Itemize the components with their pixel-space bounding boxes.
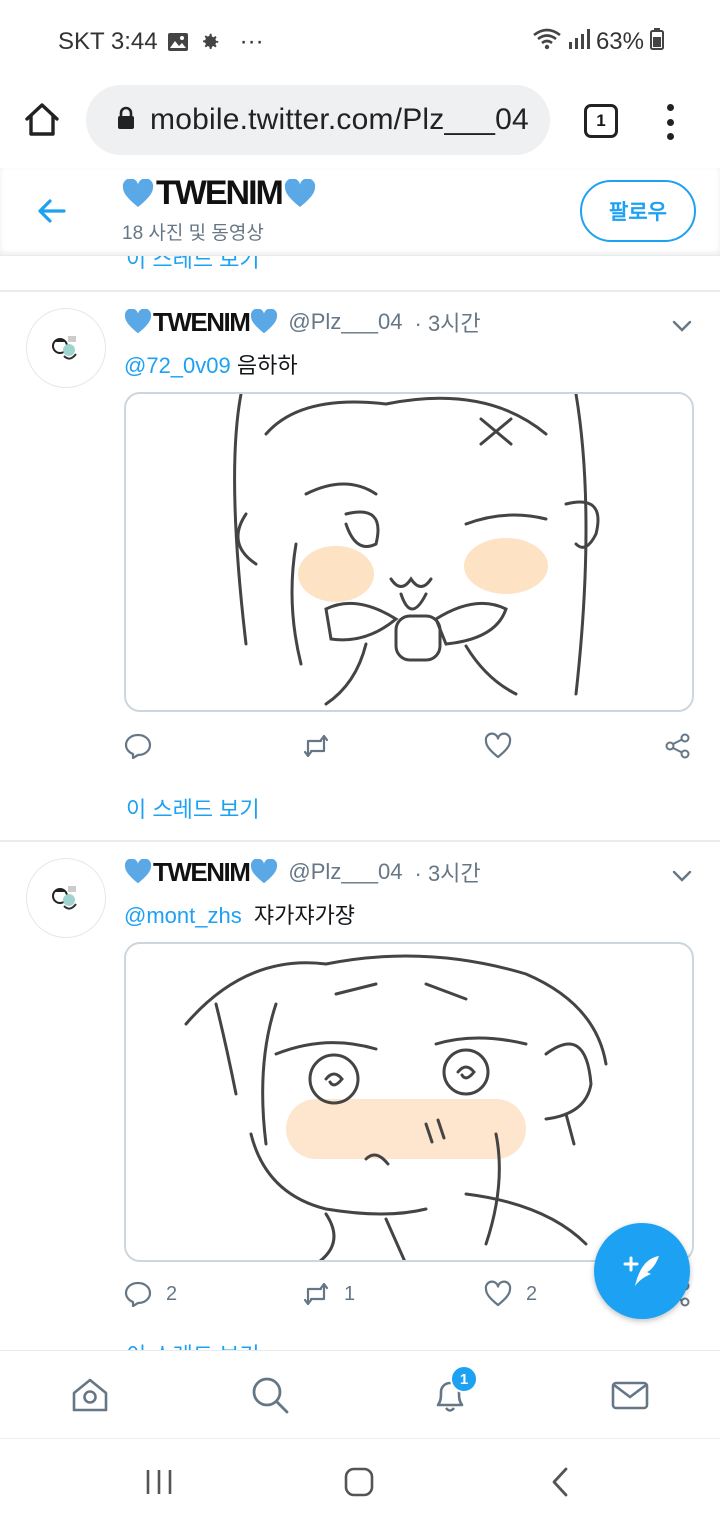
search-icon[interactable] xyxy=(250,1375,290,1415)
signal-icon xyxy=(568,28,590,57)
blue-heart-icon xyxy=(251,859,278,884)
chevron-down-icon[interactable] xyxy=(670,864,694,888)
reply-count: 2 xyxy=(166,1282,178,1305)
blue-heart-icon xyxy=(284,178,315,207)
tweet[interactable]: TWENIM @Plz___04 · 3시간 @72_0v09 음하하 이 스레… xyxy=(0,292,720,840)
tweet-text: @72_0v09 음하하 xyxy=(124,348,298,380)
view-thread-link[interactable]: 이 스레드 보기 xyxy=(126,1338,260,1350)
avatar[interactable] xyxy=(26,858,106,938)
tweet-actions xyxy=(124,732,700,772)
tweet-feed: 이 스레드 보기 TWENIM @Plz___04 · 3시간 @72_0v09… xyxy=(0,256,720,1350)
tweet-author-name: TWENIM xyxy=(153,306,251,337)
tweet-body: 음하하 xyxy=(236,353,298,378)
tweet-author[interactable]: TWENIM xyxy=(124,307,278,338)
blue-heart-icon xyxy=(251,309,278,334)
tweet-header: TWENIM @Plz___04 · 3시간 xyxy=(124,306,481,338)
battery-icon xyxy=(650,27,664,57)
carrier-time: SKT 3:44 xyxy=(58,28,158,55)
settings-icon xyxy=(198,30,222,54)
tweet-image[interactable] xyxy=(124,392,694,712)
mention-link[interactable]: @mont_zhs xyxy=(124,903,242,928)
like-icon xyxy=(484,732,512,759)
retweet-icon xyxy=(303,1282,329,1306)
blue-heart-icon xyxy=(124,309,152,334)
home-button-icon[interactable] xyxy=(342,1465,376,1499)
bottom-navigation: 1 xyxy=(0,1350,720,1438)
tab-count: 1 xyxy=(596,111,606,130)
back-arrow-icon[interactable] xyxy=(34,194,68,228)
tweet-image[interactable] xyxy=(124,942,694,1262)
reply-icon xyxy=(124,733,152,760)
compose-icon xyxy=(623,1256,659,1286)
tweet-author[interactable]: TWENIM xyxy=(124,857,278,888)
mail-icon[interactable] xyxy=(610,1375,650,1415)
home-tab-icon[interactable] xyxy=(70,1375,110,1415)
tweet-handle: @Plz___04 xyxy=(288,859,403,884)
home-icon[interactable] xyxy=(22,100,62,140)
reply-button[interactable]: 2 xyxy=(124,1280,177,1308)
battery-percent: 63% xyxy=(595,28,644,55)
profile-title: TWENIM xyxy=(122,174,316,213)
overflow-menu-icon[interactable] xyxy=(660,102,680,142)
like-button[interactable] xyxy=(484,732,526,760)
url-text: mobile.twitter.com/Plz___04 xyxy=(150,103,529,136)
system-navigation xyxy=(0,1438,720,1520)
like-icon xyxy=(484,1280,512,1307)
share-icon xyxy=(665,733,690,759)
retweet-count: 1 xyxy=(344,1282,356,1305)
lock-icon xyxy=(116,106,136,135)
tweet-handle: @Plz___04 xyxy=(288,309,403,334)
image-icon xyxy=(166,30,190,54)
url-bar[interactable]: mobile.twitter.com/Plz___04 xyxy=(86,85,550,155)
tweet-time: · 3시간 xyxy=(414,861,481,886)
recents-icon[interactable] xyxy=(142,1465,176,1499)
wifi-icon xyxy=(532,27,562,58)
profile-header: TWENIM 18 사진 및 동영상 팔로우 xyxy=(0,168,720,256)
tweet-text: @mont_zhs 쟈가쟈가쟝 xyxy=(124,898,355,930)
follow-button[interactable]: 팔로우 xyxy=(580,180,696,242)
back-icon[interactable] xyxy=(544,1465,578,1499)
compose-tweet-button[interactable] xyxy=(594,1223,690,1319)
reply-icon xyxy=(124,1281,152,1308)
share-button[interactable] xyxy=(664,732,692,760)
blue-heart-icon xyxy=(124,859,152,884)
more-notifications: ··· xyxy=(239,28,264,55)
like-count: 2 xyxy=(526,1282,538,1305)
chevron-down-icon[interactable] xyxy=(670,314,694,338)
tweet-author-name: TWENIM xyxy=(153,856,251,887)
tweet-body: 쟈가쟈가쟝 xyxy=(253,903,356,928)
blue-heart-icon xyxy=(122,178,154,207)
retweet-button[interactable]: 1 xyxy=(302,1280,355,1308)
notification-badge: 1 xyxy=(450,1365,478,1393)
avatar[interactable] xyxy=(26,308,106,388)
like-button[interactable]: 2 xyxy=(484,1280,537,1308)
tabs-icon[interactable]: 1 xyxy=(584,104,618,138)
tweet-time: · 3시간 xyxy=(414,311,481,336)
retweet-button[interactable] xyxy=(302,732,344,760)
view-thread-link[interactable]: 이 스레드 보기 xyxy=(126,792,260,824)
profile-name: TWENIM xyxy=(156,174,284,212)
browser-toolbar: mobile.twitter.com/Plz___04 1 xyxy=(0,84,720,168)
reply-button[interactable] xyxy=(124,732,166,760)
view-thread-link[interactable]: 이 스레드 보기 xyxy=(126,256,260,274)
media-count: 18 사진 및 동영상 xyxy=(122,223,264,244)
status-bar: SKT 3:44 ··· 63% xyxy=(0,0,720,84)
mention-link[interactable]: @72_0v09 xyxy=(124,353,231,378)
retweet-icon xyxy=(303,734,329,758)
tweet-header: TWENIM @Plz___04 · 3시간 xyxy=(124,856,481,888)
